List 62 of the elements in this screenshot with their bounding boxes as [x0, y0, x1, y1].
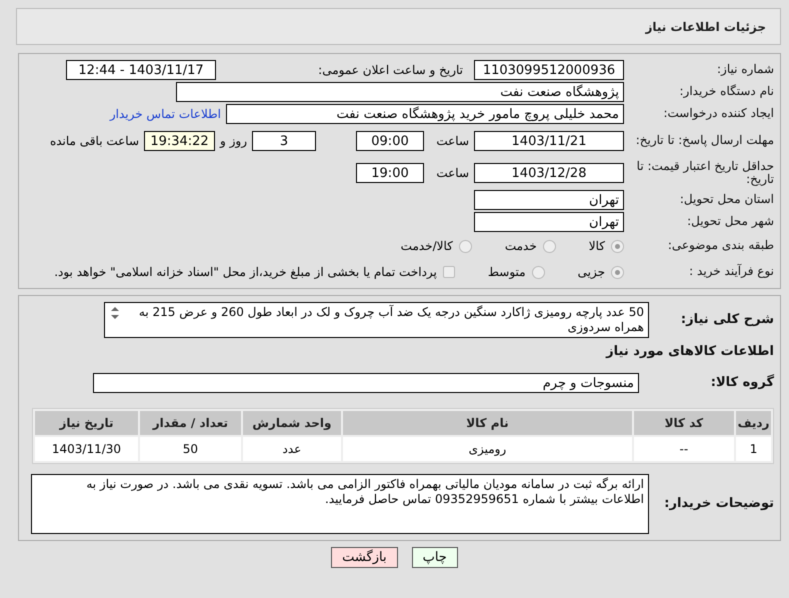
checkbox[interactable]: [442, 266, 455, 278]
days-field: 3: [252, 131, 316, 151]
table-cell: رومیزی: [343, 437, 632, 461]
section-title: اطلاعات کالاهای مورد نیاز: [604, 344, 774, 360]
column-header: تاریخ نیاز: [35, 411, 138, 435]
time-field: 19:00: [356, 163, 424, 183]
field-label: توضیحات خریدار:: [663, 496, 774, 512]
radio-button[interactable]: [611, 266, 624, 278]
radio-label: کالا: [588, 239, 605, 253]
field-label: گروه کالا:: [710, 376, 774, 390]
field-label: تاریخ و ساعت اعلان عمومی:: [317, 63, 464, 77]
goods-group-field: منسوجات و چرم: [93, 373, 639, 393]
back-button[interactable]: بازگشت: [331, 547, 398, 568]
table-cell: 50: [140, 437, 241, 461]
description-textarea[interactable]: 50 عدد پارچه رومیزی ژاکارد سنگین درجه یک ضد آب چروک و لک در ابعاد طول 260 و عرض 215 به همراه سردوزی: [104, 302, 649, 338]
buyer-notes-textarea[interactable]: ارائه برگه ثبت در سامانه مودیان مالیاتی بهمراه فاکتور الزامی می باشد. تسویه نقدی می باشد. در صورت نیاز به اطلاعات بیشتر با شماره 09352959651 تماس حاصل فرمایید.: [31, 474, 649, 534]
table-cell: --: [634, 437, 734, 461]
field-label: استان محل تحویل:: [678, 193, 774, 207]
field-label: شرح کلی نیاز:: [680, 312, 774, 328]
radio-label: خدمت: [504, 239, 537, 253]
scroll-arrows-icon[interactable]: [109, 306, 121, 320]
table-cell: عدد: [242, 437, 342, 461]
radio-button[interactable]: [532, 266, 545, 278]
field-label: نوع فرآیند خرید :: [688, 265, 774, 279]
radio-button[interactable]: [611, 240, 624, 252]
time-label: ساعت: [435, 134, 469, 148]
remaining-label: ساعت باقی مانده: [50, 134, 139, 148]
radio-label: جزیی: [578, 265, 605, 279]
province-field: تهران: [474, 190, 624, 210]
radio-button[interactable]: [542, 240, 556, 252]
print-button[interactable]: چاپ: [412, 547, 458, 568]
field-label: نام دستگاه خریدار:: [678, 85, 774, 99]
checkbox-label: پرداخت تمام یا بخشی از مبلغ خرید،از محل "اسناد خزانه اسلامی" خواهد بود.: [54, 265, 437, 279]
column-header: کد کالا: [634, 411, 734, 435]
requester-field: محمد خلیلی پروچ مامور خرید پژوهشگاه صنعت نفت: [226, 104, 624, 124]
column-header: نام کالا: [343, 411, 632, 435]
days-label: روز و: [220, 134, 247, 148]
date-field: 1403/11/21: [474, 131, 624, 151]
date-field: 1403/12/28: [474, 163, 624, 183]
buyer-contact-link[interactable]: اطلاعات تماس خریدار: [110, 107, 221, 121]
column-header: ردیف: [736, 411, 771, 435]
table-cell: 1: [736, 437, 771, 461]
field-label: مهلت ارسال پاسخ: تا تاریخ:: [634, 134, 774, 148]
radio-button[interactable]: [458, 240, 472, 252]
column-header: تعداد / مقدار: [140, 411, 241, 435]
remaining-time-field: 19:34:22: [144, 131, 215, 151]
radio-label: کالا/خدمت: [400, 239, 453, 253]
field-label: حداقل تاریخ اعتبار قیمت: تا تاریخ:: [636, 160, 774, 186]
city-field: تهران: [474, 212, 624, 232]
announce-date-field: 1403/11/17 - 12:44: [66, 60, 216, 80]
time-field: 09:00: [356, 131, 424, 151]
page-title: جزئیات اطلاعات نیاز: [645, 20, 766, 34]
buyer-org-field: پژوهشگاه صنعت نفت: [176, 82, 624, 102]
field-label: شماره نیاز:: [716, 63, 774, 77]
field-label: طبقه بندی موضوعی:: [666, 239, 774, 253]
radio-label: متوسط: [488, 265, 526, 279]
table-cell: 1403/11/30: [35, 437, 138, 461]
time-label: ساعت: [435, 166, 469, 180]
column-header: واحد شمارش: [242, 411, 342, 435]
need-number-field: 1103099512000936: [474, 60, 624, 80]
field-label: ایجاد کننده درخواست:: [662, 107, 774, 121]
field-label: شهر محل تحویل:: [686, 215, 774, 229]
